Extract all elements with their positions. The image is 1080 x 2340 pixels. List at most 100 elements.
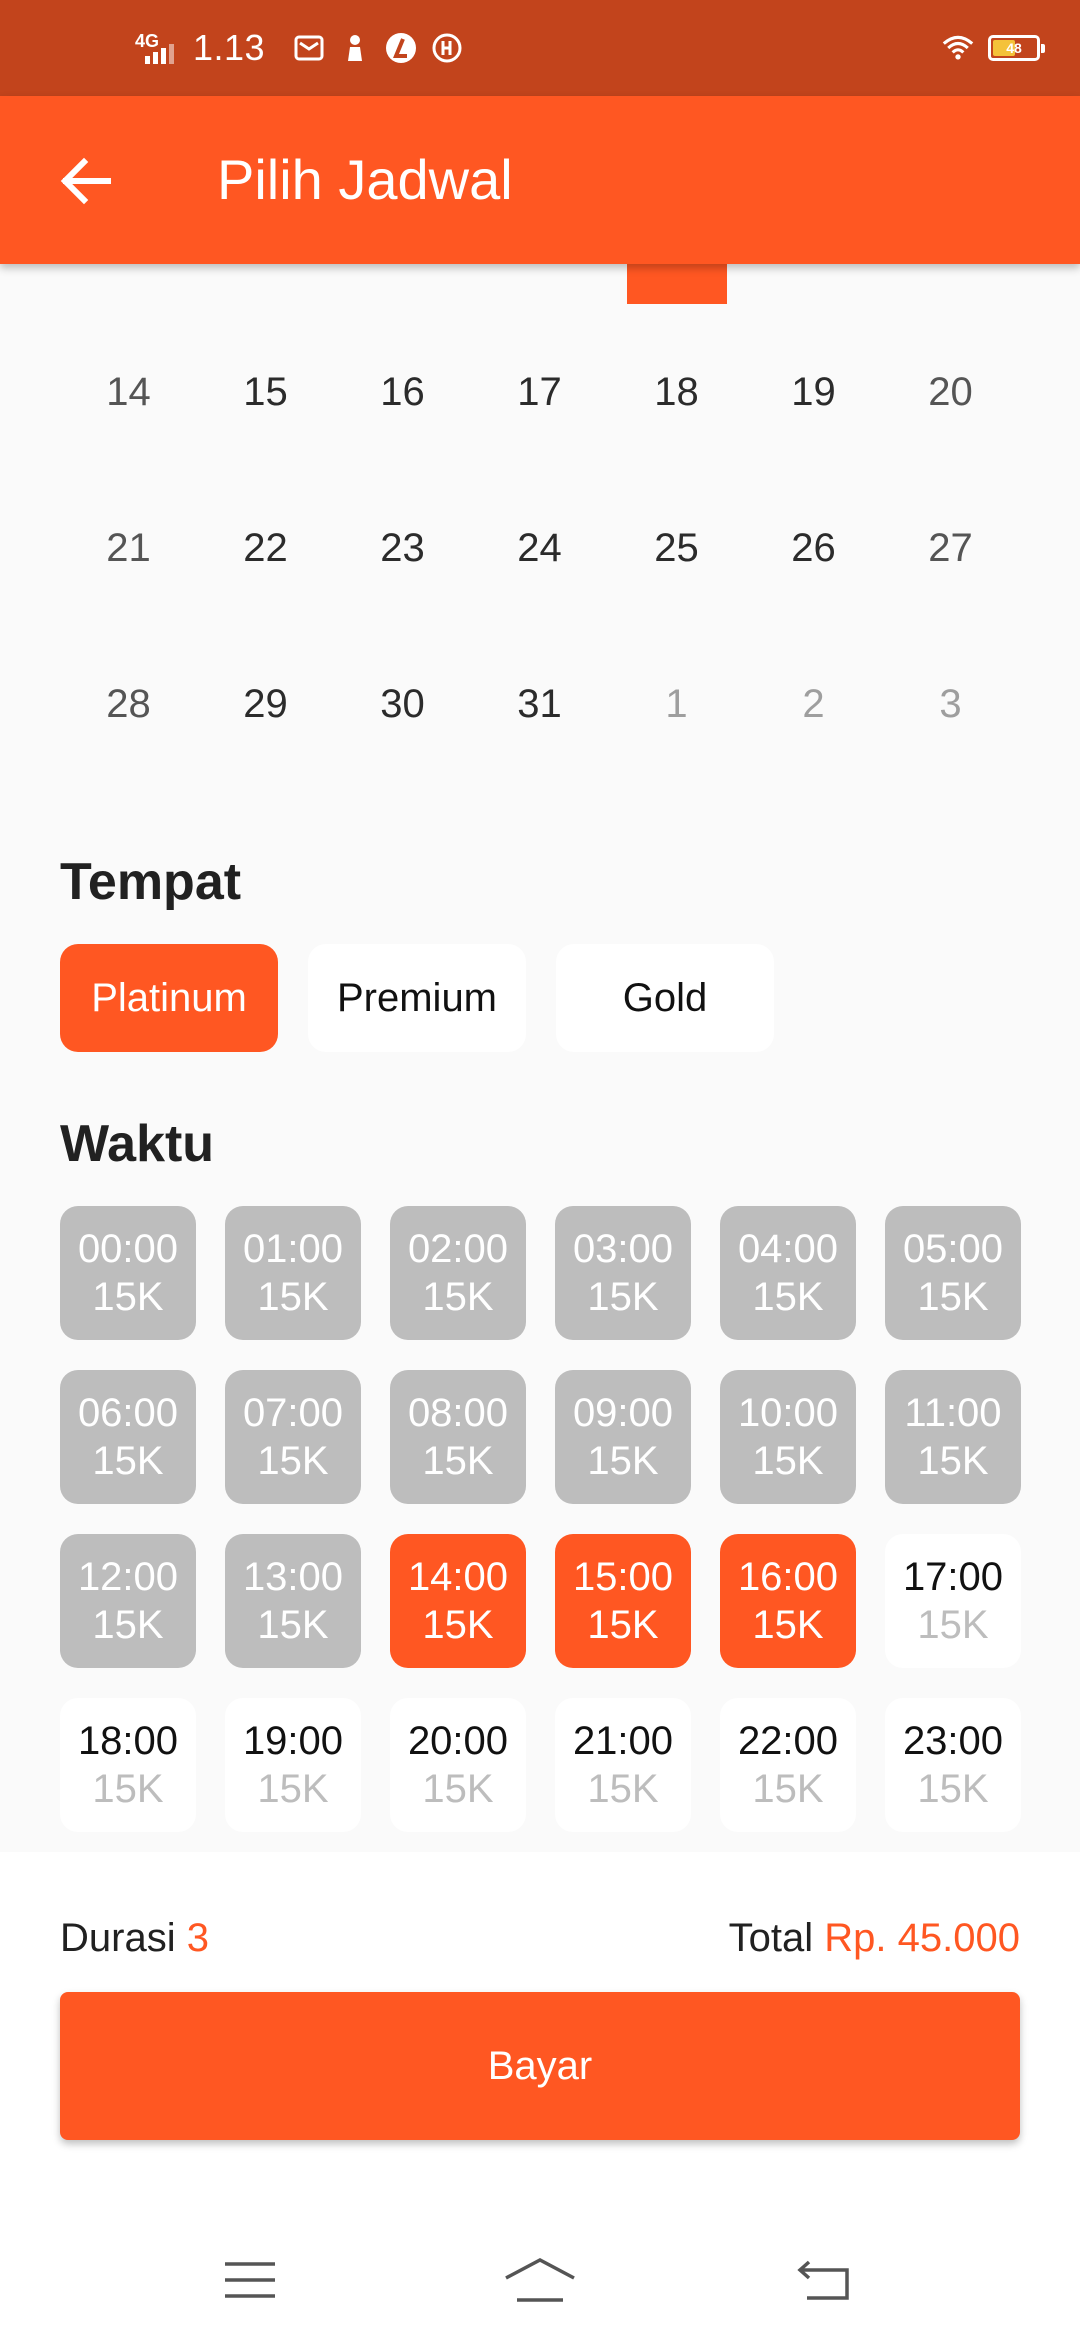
time-slot-time: 06:00 <box>77 1391 179 1435</box>
page-title: Pilih Jadwal <box>217 148 513 211</box>
calendar-week-row: 21 22 23 24 25 26 27 <box>60 526 1020 571</box>
menu-icon <box>225 2262 275 2298</box>
app-bar: Pilih Jadwal <box>0 96 1080 264</box>
calendar-day[interactable]: 20 <box>882 370 1019 415</box>
time-slot-time: 14:00 <box>407 1555 509 1599</box>
time-slot-price: 15K <box>92 1275 164 1319</box>
time-slot[interactable]: 22:00 15K <box>720 1698 856 1832</box>
time-slot-time: 07:00 <box>242 1391 344 1435</box>
calendar-day[interactable]: 29 <box>197 682 334 727</box>
calendar-day[interactable]: 19 <box>745 370 882 415</box>
battery-icon: 48 <box>988 35 1045 61</box>
total-label: Total <box>728 1915 814 1960</box>
time-slot-time: 22:00 <box>737 1719 839 1763</box>
time-slot-time: 11:00 <box>904 1391 1002 1435</box>
pay-button[interactable]: Bayar <box>60 1992 1020 2140</box>
time-slot-price: 15K <box>917 1603 989 1647</box>
total-value: Rp. 45.000 <box>824 1915 1020 1960</box>
time-slot-time: 13:00 <box>242 1555 344 1599</box>
time-slot[interactable]: 17:00 15K <box>885 1534 1021 1668</box>
calendar-day[interactable]: 16 <box>334 370 471 415</box>
venue-option-platinum[interactable]: Platinum <box>60 944 278 1052</box>
venue-options: Platinum Premium Gold <box>60 944 774 1052</box>
app-l-icon <box>385 32 417 64</box>
calendar-day[interactable]: 22 <box>197 526 334 571</box>
time-slot-price: 15K <box>752 1439 824 1483</box>
signal-icon <box>145 44 174 64</box>
time-slot-time: 18:00 <box>77 1719 179 1763</box>
time-slot-price: 15K <box>587 1439 659 1483</box>
time-slot-grid: 00:00 15K 01:00 15K 02:00 15K 03:00 15K 04:00 15K… <box>60 1206 1021 1832</box>
time-slot-time: 09:00 <box>572 1391 674 1435</box>
calendar-day: 1 <box>665 682 688 726</box>
status-bar-right: 48 <box>942 0 1045 96</box>
status-bar: 4G 1.13 48 <box>0 0 1080 96</box>
time-slot-price: 15K <box>257 1275 329 1319</box>
calendar-day[interactable]: 27 <box>882 526 1019 571</box>
back-nav-button[interactable] <box>785 2250 865 2310</box>
calendar-day[interactable]: 17 <box>471 370 608 415</box>
time-slot-price: 15K <box>587 1603 659 1647</box>
time-slot-price: 15K <box>422 1603 494 1647</box>
calendar-day[interactable]: 26 <box>745 526 882 571</box>
home-button[interactable] <box>500 2250 580 2310</box>
time-slot[interactable]: 15:00 15K <box>555 1534 691 1668</box>
time-slot: 13:00 15K <box>225 1534 361 1668</box>
back-button[interactable] <box>50 146 120 216</box>
time-slot[interactable]: 20:00 15K <box>390 1698 526 1832</box>
calendar-day[interactable]: 18 <box>608 370 745 415</box>
calendar-day[interactable]: 24 <box>471 526 608 571</box>
time-slot: 08:00 15K <box>390 1370 526 1504</box>
time-slot[interactable]: 19:00 15K <box>225 1698 361 1832</box>
app-circle-icon <box>431 32 463 64</box>
time-slot: 09:00 15K <box>555 1370 691 1504</box>
calendar-day[interactable]: 15 <box>197 370 334 415</box>
time-slot-price: 15K <box>422 1767 494 1811</box>
time-slot-time: 10:00 <box>737 1391 839 1435</box>
time-slot-time: 21:00 <box>572 1719 674 1763</box>
time-slot: 05:00 15K <box>885 1206 1021 1340</box>
time-slot[interactable]: 23:00 15K <box>885 1698 1021 1832</box>
calendar-day[interactable]: 21 <box>60 526 197 571</box>
time-slot-price: 15K <box>422 1439 494 1483</box>
selected-date-indicator <box>627 264 727 304</box>
calendar-day: 3 <box>939 682 962 726</box>
time-slot: 10:00 15K <box>720 1370 856 1504</box>
calendar-day[interactable]: 25 <box>608 526 745 571</box>
duration-label: Durasi <box>60 1915 176 1960</box>
venue-option-premium[interactable]: Premium <box>308 944 526 1052</box>
calendar-week-row: 28 29 30 31 1 2 3 <box>60 682 1020 727</box>
time-slot[interactable]: 16:00 15K <box>720 1534 856 1668</box>
total-summary: Total Rp. 45.000 <box>729 1916 1020 1961</box>
time-slot-price: 15K <box>917 1275 989 1319</box>
time-slot[interactable]: 14:00 15K <box>390 1534 526 1668</box>
time-slot-price: 15K <box>752 1767 824 1811</box>
time-slot-time: 16:00 <box>737 1555 839 1599</box>
time-slot-price: 15K <box>92 1767 164 1811</box>
menu-button[interactable] <box>210 2250 290 2310</box>
time-slot-time: 04:00 <box>737 1227 839 1271</box>
arrow-left-icon <box>60 157 111 205</box>
calendar-day[interactable]: 14 <box>60 370 197 415</box>
calendar-day[interactable]: 31 <box>471 682 608 727</box>
back-icon <box>797 2260 849 2300</box>
calendar-day[interactable]: 28 <box>60 682 197 727</box>
time-slot: 11:00 15K <box>885 1370 1021 1504</box>
calendar-day[interactable]: 23 <box>334 526 471 571</box>
status-time: 1.13 <box>193 27 266 68</box>
time-slot[interactable]: 21:00 15K <box>555 1698 691 1832</box>
time-slot-price: 15K <box>587 1767 659 1811</box>
time-slot-price: 15K <box>92 1603 164 1647</box>
battery-level: 48 <box>1006 40 1022 56</box>
home-icon <box>505 2258 575 2302</box>
time-slot: 02:00 15K <box>390 1206 526 1340</box>
time-slot-price: 15K <box>917 1439 989 1483</box>
venue-option-gold[interactable]: Gold <box>556 944 774 1052</box>
calendar-week-row: 14 15 16 17 18 19 20 <box>60 370 1020 415</box>
duration-value: 3 <box>186 1915 209 1960</box>
time-slot[interactable]: 18:00 15K <box>60 1698 196 1832</box>
time-slot-time: 17:00 <box>902 1555 1004 1599</box>
time-slot-time: 01:00 <box>242 1227 344 1271</box>
calendar-day[interactable]: 30 <box>334 682 471 727</box>
time-slot-time: 19:00 <box>242 1719 344 1763</box>
